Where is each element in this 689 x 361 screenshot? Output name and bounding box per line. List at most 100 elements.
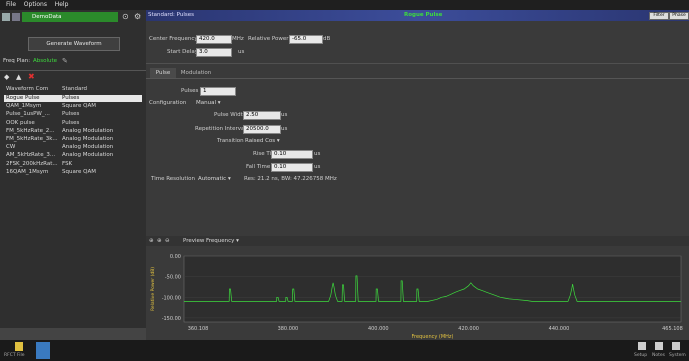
col-waveform[interactable]: Waveform Com	[6, 86, 48, 92]
zoom-in-icon[interactable]: ⊕	[157, 238, 162, 244]
notes-label: Notes	[652, 353, 665, 358]
zoom-out-icon[interactable]: ⊖	[165, 238, 170, 244]
time-res-select[interactable]: Automatic ▾	[198, 176, 231, 182]
chevron-down-icon: ▾	[276, 138, 280, 144]
waveform-standard: Analog Modulation	[62, 152, 114, 159]
editor-panel: Standard: Pulses Rogue Pulse Filter Phas…	[146, 10, 689, 340]
rel-power-label: Relative Power	[248, 36, 289, 42]
waveform-standard: Analog Modulation	[62, 144, 114, 151]
start-delay-input[interactable]: 3.0	[196, 48, 232, 57]
move-up-icon[interactable]: ◆	[4, 73, 9, 81]
transition-select[interactable]: Raised Cos ▾	[245, 138, 280, 144]
edit-icon[interactable]: ✎	[62, 57, 68, 65]
pulses-input[interactable]: 1	[200, 87, 236, 96]
menu-file[interactable]: File	[6, 0, 16, 10]
app-icon[interactable]	[36, 342, 50, 359]
waveform-row[interactable]: Rogue Pulse Pulses	[4, 95, 142, 102]
plot-area	[183, 255, 682, 323]
rep-interval-label: Repetition Interval	[195, 126, 246, 132]
config-select[interactable]: Manual ▾	[196, 100, 221, 106]
setup-label: Setup	[634, 353, 648, 358]
delete-icon[interactable]: ✖	[28, 72, 35, 81]
waveform-row[interactable]: 2FSK_200kHzRat... FSK	[4, 161, 142, 168]
freq-plan-value[interactable]: Absolute	[33, 58, 57, 64]
tab-modulation[interactable]: Modulation	[178, 68, 214, 78]
phase-button[interactable]: Phase	[669, 12, 689, 20]
waveform-standard: Analog Modulation	[62, 136, 114, 142]
center-freq-unit: MHz	[232, 36, 244, 42]
menu-help[interactable]: Help	[55, 0, 69, 10]
generate-waveform-button[interactable]: Generate Waveform	[28, 37, 120, 51]
project-name-field[interactable]: DemoData	[22, 12, 118, 22]
center-freq-input[interactable]: 420.0	[196, 35, 232, 44]
x-tick-label: 400.000	[368, 326, 389, 332]
divider	[146, 63, 689, 64]
y-axis-label: Relative Power (dB)	[150, 267, 156, 311]
file-icon[interactable]	[15, 342, 23, 351]
tab-pulse[interactable]: Pulse	[150, 68, 176, 78]
rel-power-input[interactable]: -65.0	[289, 35, 323, 44]
rise-time-input[interactable]: 0.10	[271, 150, 313, 159]
waveform-standard: Pulses	[62, 95, 80, 101]
y-tick-label: -150.00	[162, 316, 181, 322]
waveform-standard: Square QAM	[62, 103, 96, 110]
resolution-text: Res: 21.2 ns, BW: 47.226758 MHz	[244, 176, 337, 182]
chevron-down-icon: ▾	[236, 238, 239, 244]
menu-options[interactable]: Options	[24, 0, 47, 10]
folder-icon[interactable]	[2, 13, 10, 21]
time-res-value: Automatic	[198, 176, 227, 182]
waveform-row[interactable]: Pulse_1usPW_... Pulses	[4, 111, 142, 118]
import-icon[interactable]: ▲	[16, 73, 21, 81]
system-label: System	[669, 353, 686, 358]
waveform-row[interactable]: FM_5kHzRate_2... Analog Modulation	[4, 128, 142, 135]
waveform-row[interactable]: OOK pulse Pulses	[4, 120, 142, 127]
rep-interval-unit: us	[281, 126, 288, 132]
waveform-row[interactable]: CW Analog Modulation	[4, 144, 142, 151]
col-standard[interactable]: Standard	[62, 86, 87, 92]
fall-time-input[interactable]: 0.10	[271, 163, 313, 172]
setup-icon[interactable]	[638, 342, 646, 350]
waveform-row[interactable]: QAM_1Msym Square QAM	[4, 103, 142, 110]
waveform-row[interactable]: FM_5kHzRate_3k... Analog Modulation	[4, 136, 142, 143]
preview-label: Preview	[183, 238, 205, 244]
fall-time-label: Fall Time	[246, 164, 271, 170]
save-icon[interactable]	[12, 13, 20, 21]
rep-interval-input[interactable]: 20500.0	[243, 125, 281, 134]
x-tick-label: 465.108	[662, 326, 683, 332]
preview-mode-select[interactable]: Frequency ▾	[206, 238, 239, 244]
menu-bar: File Options Help	[0, 0, 689, 10]
pan-icon[interactable]: ⊕	[149, 238, 154, 244]
waveform-name: 2FSK_200kHzRat...	[6, 160, 58, 167]
spectrum-chart: 0.00 -50.00 -100.00 -150.00 360.108 380.000 40…	[150, 254, 683, 340]
waveform-name: 16QAM_1Msym	[6, 168, 49, 175]
pulse-width-input[interactable]: 2.50	[243, 111, 281, 120]
system-icon[interactable]	[672, 342, 680, 350]
chevron-down-icon: ▾	[217, 100, 221, 106]
rel-power-unit: dB	[323, 36, 331, 42]
config-label: Configuration	[149, 100, 187, 106]
filter-button[interactable]: Filter	[649, 12, 669, 20]
pulse-width-label: Pulse Width	[214, 112, 247, 118]
waveform-name: AM_5kHzRate_3...	[6, 152, 56, 159]
fall-time-unit: us	[314, 164, 321, 170]
waveform-name: FM_5kHzRate_3k...	[6, 136, 58, 142]
divider	[0, 70, 146, 71]
transition-value: Raised Cos	[245, 138, 276, 144]
waveform-row[interactable]: AM_5kHzRate_3... Analog Modulation	[4, 152, 142, 159]
waveform-standard: Pulses	[62, 119, 80, 126]
freq-plan-label: Freq Plan:	[3, 58, 31, 64]
taskbar-file-label: RFCT File	[4, 353, 25, 358]
start-delay-label: Start Delay	[167, 49, 198, 55]
left-scrollbar[interactable]	[0, 328, 146, 340]
waveform-panel: DemoData ⊙ ⚙ Generate Waveform Freq Plan…	[0, 10, 146, 340]
notes-icon[interactable]	[655, 342, 663, 350]
settings-icon[interactable]: ⚙	[134, 12, 141, 21]
y-tick-label: -100.00	[162, 295, 181, 301]
time-res-label: Time Resolution	[151, 176, 195, 182]
waveform-row[interactable]: 16QAM_1Msym Square QAM	[4, 169, 142, 176]
waveform-name: QAM_1Msym	[6, 103, 42, 110]
chevron-down-icon: ▾	[227, 176, 231, 182]
pulses-label: Pulses	[181, 88, 199, 94]
x-tick-label: 420.000	[458, 326, 479, 332]
clock-icon[interactable]: ⊙	[122, 12, 129, 21]
